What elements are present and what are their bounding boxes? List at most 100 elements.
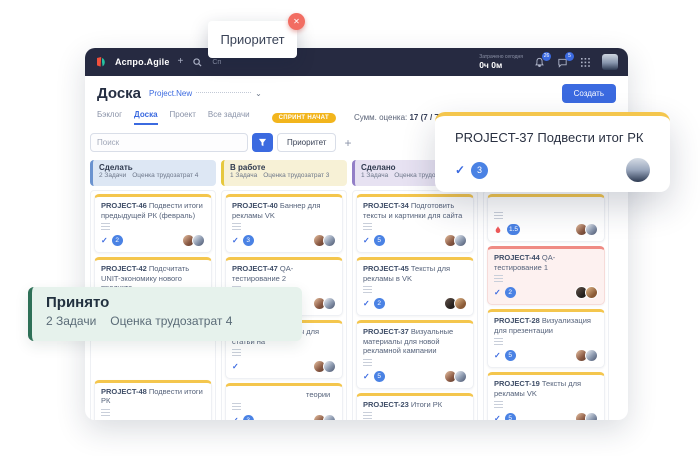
column-header: В работе 1 ЗадачаОценка трудозатрат 3 bbox=[221, 160, 347, 186]
task-card[interactable]: PROJECT-40Баннер для рекламы VK ✓ 3 bbox=[225, 194, 343, 253]
summary-label: Сумм. оценка: bbox=[354, 113, 407, 122]
task-title: PROJECT-23Итоги РК bbox=[363, 400, 467, 410]
description-icon bbox=[101, 409, 110, 416]
column-task-count: 1 Задача bbox=[361, 172, 388, 179]
task-title: PROJECT-47QA-тестирование 2 bbox=[232, 264, 336, 283]
add-filter-button[interactable]: + bbox=[340, 136, 355, 150]
check-icon: ✓ bbox=[101, 236, 108, 245]
task-title: PROJECT-37Визуальные материалы для новой… bbox=[363, 327, 467, 356]
description-icon bbox=[363, 286, 372, 293]
check-icon: ✓ bbox=[232, 416, 239, 421]
task-card[interactable]: 1.5 bbox=[487, 194, 605, 242]
tab-board[interactable]: Доска bbox=[134, 110, 157, 125]
column-accepted: 1.5 PROJECT-44QA-тестирование 1 ✓2 PROJE… bbox=[483, 160, 609, 420]
search-icon[interactable] bbox=[191, 56, 204, 69]
tab-all-tasks[interactable]: Все задачи bbox=[208, 110, 250, 125]
column-body: PROJECT-34Подготовить тексты и картинки … bbox=[352, 190, 478, 420]
estimate-badge: 5 bbox=[505, 350, 516, 361]
check-icon: ✓ bbox=[232, 362, 239, 371]
notifications-bell-icon[interactable]: 26 bbox=[533, 56, 546, 69]
check-icon: ✓ bbox=[232, 236, 239, 245]
time-tracker[interactable]: Затрачено сегодня 0ч 0м bbox=[479, 54, 523, 70]
task-title: PROJECT-19Тексты для рекламы VK bbox=[494, 379, 598, 398]
check-icon: ✓ bbox=[363, 372, 370, 381]
check-icon: ✓ bbox=[363, 236, 370, 245]
priority-filter-button[interactable]: Приоритет bbox=[277, 133, 336, 152]
estimate-badge: 5 bbox=[374, 235, 385, 246]
description-icon bbox=[494, 275, 503, 282]
notifications-badge: 26 bbox=[542, 52, 551, 61]
funnel-icon bbox=[258, 138, 267, 147]
create-button[interactable]: Создать bbox=[562, 84, 616, 103]
task-title: PROJECT-28Визуализация для презентации bbox=[494, 316, 598, 335]
avatar bbox=[454, 234, 467, 247]
task-card[interactable]: PROJECT-23Итоги РК ✓5 bbox=[356, 393, 474, 421]
task-card[interactable]: теории ✓3 bbox=[225, 383, 343, 420]
avatar bbox=[323, 360, 336, 373]
avatar bbox=[626, 158, 650, 182]
task-card[interactable]: PROJECT-37Визуальные материалы для новой… bbox=[356, 320, 474, 389]
chat-icon[interactable]: 5 bbox=[556, 56, 569, 69]
sprint-status-badge: СПРИНТ НАЧАТ bbox=[272, 113, 336, 123]
page-title: Доска bbox=[97, 85, 141, 102]
task-title: PROJECT-46Подвести итоги предыдущей РК (… bbox=[101, 201, 205, 220]
avatar bbox=[192, 420, 205, 421]
priority-tooltip-label: Приоритет bbox=[220, 32, 284, 47]
check-icon: ✓ bbox=[455, 163, 465, 177]
check-icon: ✓ bbox=[494, 414, 501, 420]
column-title: В работе bbox=[230, 163, 341, 172]
tab-backlog[interactable]: Бэклог bbox=[97, 110, 122, 125]
chevron-down-icon[interactable]: ⌄ bbox=[255, 89, 262, 98]
column-done: Сделано 1 ЗадачаОценка трудозатрат PROJE… bbox=[352, 160, 478, 420]
accepted-task-count: 2 Задачи bbox=[46, 314, 96, 328]
filter-funnel-button[interactable] bbox=[252, 133, 273, 152]
estimate-badge: 3 bbox=[471, 162, 488, 179]
task-popup-card[interactable]: PROJECT-37 Подвести итог РК ✓ 3 bbox=[435, 112, 670, 192]
apps-grid-icon[interactable] bbox=[579, 56, 592, 69]
time-value: 0ч 0м bbox=[479, 60, 523, 70]
check-icon: ✓ bbox=[494, 288, 501, 297]
description-icon bbox=[494, 212, 503, 219]
close-icon[interactable]: ✕ bbox=[288, 13, 305, 30]
task-title: PROJECT-48Подвести итоги РК bbox=[101, 387, 205, 406]
estimate-badge: 5 bbox=[374, 371, 385, 382]
avatar bbox=[192, 234, 205, 247]
sprint-summary: Сумм. оценка: 17 (7 / 7) bbox=[354, 113, 442, 122]
task-card[interactable]: PROJECT-46Подвести итоги предыдущей РК (… bbox=[94, 194, 212, 253]
popup-task-title: PROJECT-37 Подвести итог РК bbox=[455, 130, 650, 145]
tab-project[interactable]: Проект bbox=[170, 110, 196, 125]
project-selector[interactable]: Project.New bbox=[149, 89, 192, 98]
task-card[interactable]: PROJECT-45Тексты для рекламы в VK ✓2 bbox=[356, 257, 474, 316]
check-icon: ✓ bbox=[363, 299, 370, 308]
task-card[interactable]: PROJECT-48Подвести итоги РК ✓2 bbox=[94, 380, 212, 421]
column-body: 1.5 PROJECT-44QA-тестирование 1 ✓2 PROJE… bbox=[483, 190, 609, 420]
user-avatar[interactable] bbox=[602, 54, 618, 70]
task-title: PROJECT-34Подготовить тексты и картинки … bbox=[363, 201, 467, 220]
column-estimate: Оценка трудозатрат 3 bbox=[263, 172, 329, 179]
avatar bbox=[323, 234, 336, 247]
avatar bbox=[323, 297, 336, 310]
fire-icon bbox=[494, 224, 503, 235]
estimate-badge: 2 bbox=[112, 235, 123, 246]
task-title: PROJECT-44QA-тестирование 1 bbox=[494, 253, 598, 272]
description-icon bbox=[363, 359, 372, 366]
search-input[interactable] bbox=[90, 133, 248, 152]
avatar bbox=[323, 414, 336, 421]
description-icon bbox=[494, 338, 503, 345]
app-window: Аспро.Agile + Сп Затрачено сегодня 0ч 0м… bbox=[85, 48, 628, 420]
task-title: теории bbox=[232, 390, 336, 400]
task-card[interactable]: PROJECT-44QA-тестирование 1 ✓2 bbox=[487, 246, 605, 305]
estimate-badge: 3 bbox=[243, 235, 254, 246]
task-card[interactable]: PROJECT-34Подготовить тексты и картинки … bbox=[356, 194, 474, 253]
task-title: PROJECT-40Баннер для рекламы VK bbox=[232, 201, 336, 220]
estimate-badge: 5 bbox=[505, 413, 516, 420]
estimate-badge: 1.5 bbox=[507, 224, 520, 235]
task-card[interactable]: PROJECT-28Визуализация для презентации ✓… bbox=[487, 309, 605, 368]
avatar bbox=[182, 420, 195, 421]
description-icon bbox=[363, 223, 372, 230]
task-card[interactable]: PROJECT-19Тексты для рекламы VK ✓ 5 bbox=[487, 372, 605, 420]
avatar bbox=[454, 297, 467, 310]
nav-search-text: Сп bbox=[212, 59, 221, 66]
column-title: Сделать bbox=[99, 163, 210, 172]
add-icon[interactable]: + bbox=[178, 57, 184, 67]
